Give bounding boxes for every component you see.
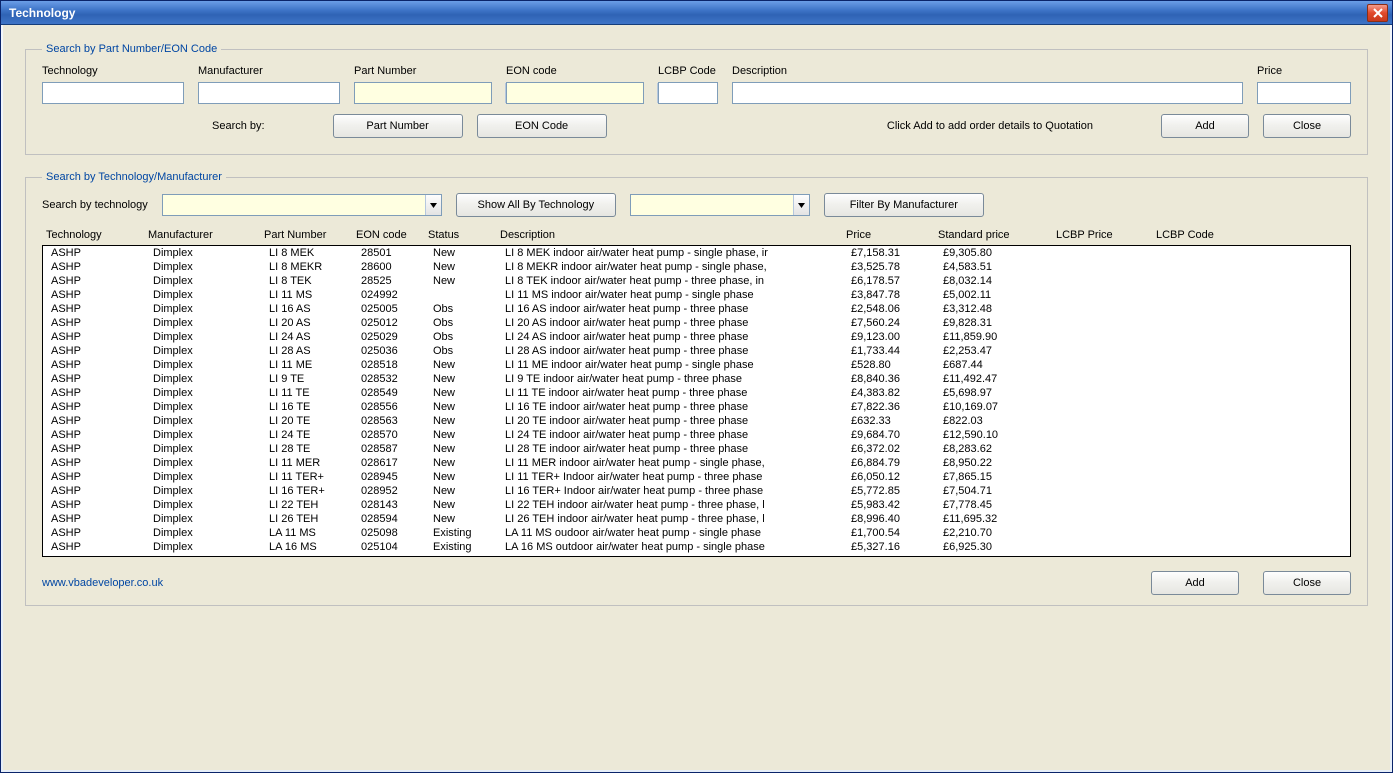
col-part-number: Part Number (264, 229, 356, 241)
table-row[interactable]: ASHPDimplexLA 16 MS025104ExistingLA 16 M… (43, 540, 1350, 554)
description-input[interactable] (732, 82, 1243, 104)
table-row[interactable]: ASHPDimplexLI 8 TEK28525NewLI 8 TEK indo… (43, 274, 1350, 288)
label-eon-code: EON code (506, 65, 644, 77)
col-technology: Technology (46, 229, 148, 241)
manufacturer-combo[interactable] (630, 194, 810, 216)
search-by-label: Search by: (212, 120, 265, 132)
search-by-eon-code-button[interactable]: EON Code (477, 114, 607, 138)
table-row[interactable]: ASHPDimplexLI 26 TEH028594NewLI 26 TEH i… (43, 512, 1350, 526)
col-lcbp-code: LCBP Code (1156, 229, 1256, 241)
eon-code-combo-input[interactable] (507, 83, 657, 103)
chevron-down-icon[interactable] (793, 195, 809, 215)
table-row[interactable]: ASHPDimplexLI 28 TE028587NewLI 28 TE ind… (43, 442, 1350, 456)
part-number-combo-input[interactable] (355, 83, 505, 103)
label-description: Description (732, 65, 1243, 77)
group-search-by-part: Search by Part Number/EON Code Technolog… (25, 43, 1368, 155)
table-row[interactable]: ASHPDimplexLI 8 MEKR28600NewLI 8 MEKR in… (43, 260, 1350, 274)
window-title: Technology (9, 6, 1367, 20)
group-search-by-tech: Search by Technology/Manufacturer Search… (25, 171, 1368, 606)
window-close-button[interactable] (1367, 4, 1388, 22)
col-description: Description (500, 229, 846, 241)
close-button-top[interactable]: Close (1263, 114, 1351, 138)
table-row[interactable]: ASHPDimplexLA 11 AS025975ExistingLA 11 A… (43, 554, 1350, 557)
table-row[interactable]: ASHPDimplexLI 20 AS025012ObsLI 20 AS ind… (43, 316, 1350, 330)
manufacturer-combo-input[interactable] (631, 195, 793, 215)
table-row[interactable]: ASHPDimplexLI 9 TE028532NewLI 9 TE indoo… (43, 372, 1350, 386)
window-frame: Technology Search by Part Number/EON Cod… (0, 0, 1393, 773)
col-lcbp-price: LCBP Price (1056, 229, 1156, 241)
show-all-by-technology-button[interactable]: Show All By Technology (456, 193, 616, 217)
col-eon-code: EON code (356, 229, 428, 241)
table-row[interactable]: ASHPDimplexLI 24 TE028570NewLI 24 TE ind… (43, 428, 1350, 442)
close-button-bottom[interactable]: Close (1263, 571, 1351, 595)
col-manufacturer: Manufacturer (148, 229, 264, 241)
close-icon (1373, 8, 1383, 18)
results-listbox[interactable]: ASHPDimplexLI 8 MEK28501NewLI 8 MEK indo… (42, 245, 1351, 557)
col-status: Status (428, 229, 500, 241)
table-row[interactable]: ASHPDimplexLA 11 MS025098ExistingLA 11 M… (43, 526, 1350, 540)
label-lcbp-code: LCBP Code (658, 65, 718, 77)
site-link[interactable]: www.vbadeveloper.co.uk (42, 577, 163, 589)
col-price: Price (846, 229, 938, 241)
table-row[interactable]: ASHPDimplexLI 16 AS025005ObsLI 16 AS ind… (43, 302, 1350, 316)
table-row[interactable]: ASHPDimplexLI 11 ME028518NewLI 11 ME ind… (43, 358, 1350, 372)
filter-by-manufacturer-button[interactable]: Filter By Manufacturer (824, 193, 984, 217)
label-technology: Technology (42, 65, 184, 77)
add-button-top[interactable]: Add (1161, 114, 1249, 138)
label-manufacturer: Manufacturer (198, 65, 340, 77)
client-area: Search by Part Number/EON Code Technolog… (3, 25, 1390, 770)
table-row[interactable]: ASHPDimplexLI 16 TER+028952NewLI 16 TER+… (43, 484, 1350, 498)
search-by-technology-label: Search by technology (42, 199, 148, 211)
col-standard-price: Standard price (938, 229, 1056, 241)
search-by-part-number-button[interactable]: Part Number (333, 114, 463, 138)
titlebar[interactable]: Technology (1, 1, 1392, 25)
technology-combo-input[interactable] (163, 195, 425, 215)
table-row[interactable]: ASHPDimplexLI 16 TE028556NewLI 16 TE ind… (43, 400, 1350, 414)
group1-legend: Search by Part Number/EON Code (42, 43, 221, 55)
table-row[interactable]: ASHPDimplexLI 24 AS025029ObsLI 24 AS ind… (43, 330, 1350, 344)
chevron-down-icon[interactable] (425, 195, 441, 215)
part-number-combo[interactable] (354, 82, 492, 104)
add-button-bottom[interactable]: Add (1151, 571, 1239, 595)
manufacturer-input[interactable] (198, 82, 340, 104)
technology-combo[interactable] (162, 194, 442, 216)
table-row[interactable]: ASHPDimplexLI 11 TER+028945NewLI 11 TER+… (43, 470, 1350, 484)
group2-legend: Search by Technology/Manufacturer (42, 171, 226, 183)
technology-input[interactable] (42, 82, 184, 104)
table-row[interactable]: ASHPDimplexLI 8 MEK28501NewLI 8 MEK indo… (43, 246, 1350, 260)
helper-text: Click Add to add order details to Quotat… (887, 120, 1093, 132)
table-row[interactable]: ASHPDimplexLI 11 MER028617NewLI 11 MER i… (43, 456, 1350, 470)
eon-code-combo[interactable] (506, 82, 644, 104)
table-row[interactable]: ASHPDimplexLI 22 TEH028143NewLI 22 TEH i… (43, 498, 1350, 512)
table-row[interactable]: ASHPDimplexLI 28 AS025036ObsLI 28 AS ind… (43, 344, 1350, 358)
table-row[interactable]: ASHPDimplexLI 11 TE028549NewLI 11 TE ind… (43, 386, 1350, 400)
table-row[interactable]: ASHPDimplexLI 20 TE028563NewLI 20 TE ind… (43, 414, 1350, 428)
price-input[interactable] (1257, 82, 1351, 104)
table-header: Technology Manufacturer Part Number EON … (42, 225, 1351, 245)
lcbp-code-input[interactable] (658, 82, 718, 104)
label-part-number: Part Number (354, 65, 492, 77)
table-row[interactable]: ASHPDimplexLI 11 MS024992LI 11 MS indoor… (43, 288, 1350, 302)
label-price: Price (1257, 65, 1351, 77)
